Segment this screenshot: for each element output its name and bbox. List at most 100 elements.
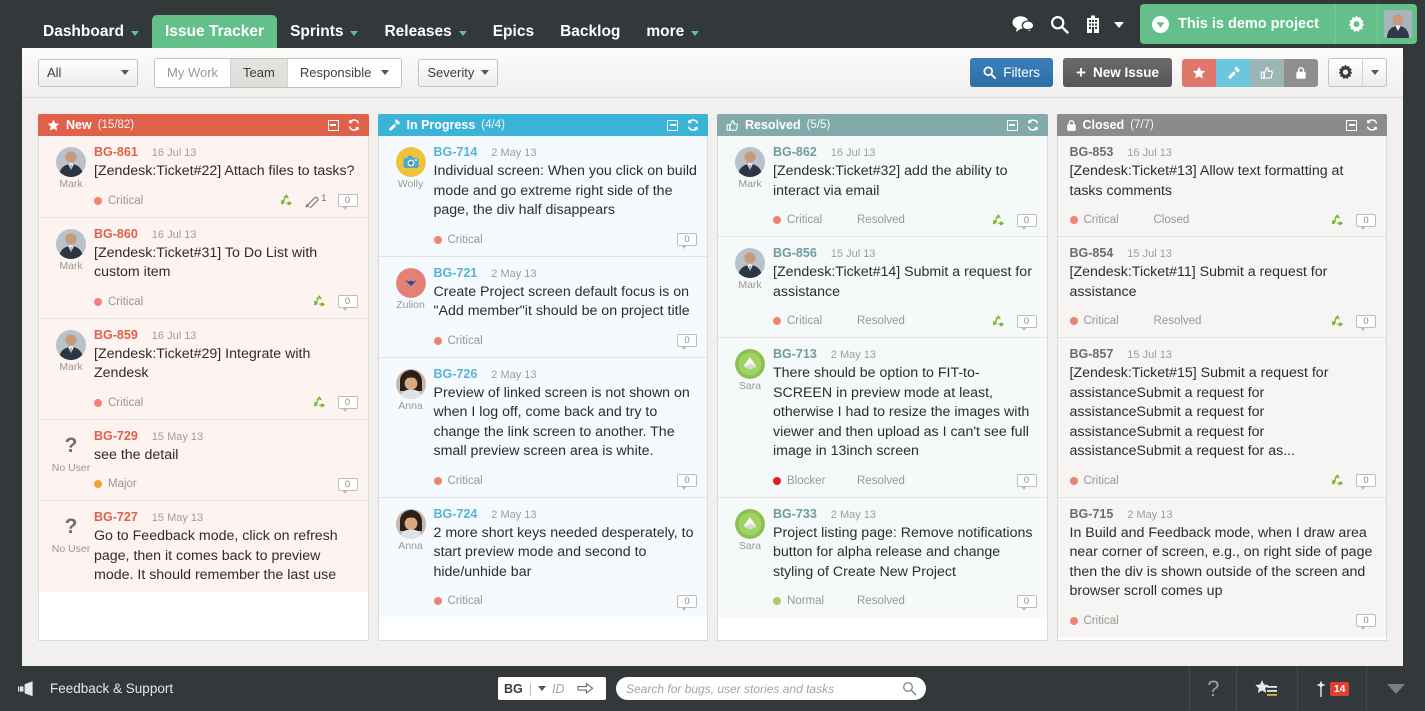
issue-card[interactable]: Mark BG-861 16 Jul 13 [Zendesk:Ticket#22] A…: [39, 136, 368, 218]
chevron-down-icon[interactable]: [538, 686, 546, 691]
lock-icon[interactable]: [1284, 58, 1318, 87]
issue-card[interactable]: Sara BG-713 2 May 13 There should be option…: [718, 338, 1047, 498]
issue-id-link[interactable]: BG-715: [1070, 507, 1114, 521]
collapse-column-button[interactable]: [1346, 119, 1357, 131]
issue-id-link[interactable]: BG-729: [94, 429, 138, 443]
severity-select[interactable]: Severity: [418, 58, 499, 87]
comment-count-badge[interactable]: 0: [337, 396, 358, 412]
issue-card[interactable]: BG-854 15 Jul 13 [Zendesk:Ticket#11] Submi…: [1057, 237, 1386, 338]
issue-card[interactable]: Mark BG-862 16 Jul 13 [Zendesk:Ticket#32] a…: [718, 136, 1047, 237]
issue-title[interactable]: [Zendesk:Ticket#22] Attach files to task…: [94, 162, 358, 182]
attachment-icon[interactable]: 1: [305, 193, 327, 208]
issue-card[interactable]: ? No User BG-729 15 May 13 see the detail Maj…: [39, 419, 368, 501]
issue-title[interactable]: [Zendesk:Ticket#14] Submit a request for…: [773, 263, 1037, 302]
comment-count-badge[interactable]: 0: [1356, 213, 1376, 230]
global-search-input[interactable]: Search for bugs, user stories and tasks: [616, 677, 926, 700]
issue-id-link[interactable]: BG-724: [434, 507, 478, 521]
new-issue-button[interactable]: + New Issue: [1063, 58, 1172, 87]
refresh-column-button[interactable]: [1365, 118, 1379, 132]
issue-card[interactable]: Anna BG-724 2 May 13 2 more short keys need…: [378, 497, 707, 617]
issue-card[interactable]: Sara BG-733 2 May 13 Project listing page: …: [718, 497, 1047, 617]
issue-title[interactable]: [Zendesk:Ticket#11] Submit a request for…: [1070, 263, 1377, 302]
hammer-icon[interactable]: [1216, 58, 1250, 87]
thumbs-up-icon[interactable]: [1250, 58, 1284, 87]
column-card-list[interactable]: Mark BG-861 16 Jul 13 [Zendesk:Ticket#22] A…: [38, 136, 369, 641]
issue-card[interactable]: Anna BG-726 2 May 13 Preview of linked scre…: [378, 357, 707, 498]
recycle-icon[interactable]: [991, 314, 1006, 329]
filters-button[interactable]: Filters: [970, 58, 1054, 87]
issue-card[interactable]: BG-853 16 Jul 13 [Zendesk:Ticket#13] Allow…: [1057, 136, 1386, 237]
issue-card[interactable]: BG-715 2 May 13 In Build and Feedback mode…: [1057, 497, 1386, 637]
issue-title[interactable]: Go to Feedback mode, click on refresh pa…: [94, 527, 358, 586]
issue-id-link[interactable]: BG-859: [94, 328, 138, 342]
tab-team[interactable]: Team: [231, 58, 288, 87]
issue-id-link[interactable]: BG-727: [94, 510, 138, 524]
issue-id-link[interactable]: BG-856: [773, 246, 817, 260]
user-avatar-button[interactable]: [1377, 4, 1417, 44]
issue-id-link[interactable]: BG-721: [434, 266, 478, 280]
recycle-icon[interactable]: [991, 213, 1006, 228]
star-icon[interactable]: [1182, 58, 1216, 87]
nav-item-more[interactable]: more: [633, 15, 712, 51]
recycle-icon[interactable]: [312, 395, 327, 410]
collapse-column-button[interactable]: [327, 119, 339, 131]
issue-title[interactable]: Preview of linked screen is not shown on…: [434, 384, 698, 462]
issue-id-link[interactable]: BG-854: [1070, 246, 1114, 260]
building-icon[interactable]: [1078, 0, 1108, 48]
issue-id-link[interactable]: BG-861: [94, 145, 138, 159]
issue-id-link[interactable]: BG-857: [1070, 347, 1114, 361]
refresh-column-button[interactable]: [347, 118, 361, 132]
nav-item-epics[interactable]: Epics: [480, 15, 547, 51]
issue-id-link[interactable]: BG-733: [773, 507, 817, 521]
issue-title[interactable]: Individual screen: When you click on bui…: [434, 162, 698, 221]
issue-title[interactable]: 2 more short keys needed desperately, to…: [434, 524, 698, 583]
comment-count-badge[interactable]: 0: [677, 594, 697, 611]
collapse-column-button[interactable]: [1006, 119, 1018, 131]
scope-select[interactable]: All: [38, 58, 138, 87]
comment-count-badge[interactable]: 0: [1356, 474, 1376, 490]
issue-title[interactable]: [Zendesk:Ticket#32] add the ability to i…: [773, 162, 1037, 201]
refresh-column-button[interactable]: [1026, 118, 1040, 132]
issue-id-link[interactable]: BG-726: [434, 367, 478, 381]
recycle-icon[interactable]: [1330, 213, 1345, 228]
comment-count-badge[interactable]: 0: [1016, 213, 1037, 230]
nav-item-releases[interactable]: Releases: [371, 15, 479, 51]
issue-title[interactable]: [Zendesk:Ticket#13] Allow text formattin…: [1070, 162, 1377, 201]
issue-id-link[interactable]: BG-860: [94, 227, 138, 241]
issue-title[interactable]: Create Project screen default focus is o…: [434, 283, 698, 322]
issue-id-link[interactable]: BG-714: [434, 145, 478, 159]
comment-count-badge[interactable]: 0: [1016, 314, 1037, 331]
column-card-list[interactable]: Mark BG-862 16 Jul 13 [Zendesk:Ticket#32] a…: [717, 136, 1048, 641]
issue-id-input-group[interactable]: BG | ID: [498, 677, 606, 700]
tab-my-work[interactable]: My Work: [155, 58, 232, 87]
issue-card[interactable]: Mark BG-859 16 Jul 13 [Zendesk:Ticket#29] I…: [39, 318, 368, 420]
recycle-icon[interactable]: [1330, 473, 1345, 488]
issue-card[interactable]: Wolly BG-714 2 May 13 Individual screen: Wh…: [378, 136, 707, 257]
issue-id-input[interactable]: ID: [552, 682, 565, 696]
issue-title[interactable]: [Zendesk:Ticket#31] To Do List with cust…: [94, 244, 358, 283]
issue-card[interactable]: ? No User BG-727 15 May 13 Go to Feedback mo…: [39, 501, 368, 592]
comment-count-badge[interactable]: 0: [1356, 614, 1376, 630]
search-icon[interactable]: [1041, 0, 1078, 48]
feedback-support-button[interactable]: Feedback & Support: [0, 680, 173, 697]
issue-id-link[interactable]: BG-862: [773, 145, 817, 159]
nav-item-dashboard[interactable]: Dashboard: [30, 15, 152, 51]
issue-card[interactable]: BG-857 15 Jul 13 [Zendesk:Ticket#15] Submi…: [1057, 338, 1386, 498]
comment-count-badge[interactable]: 0: [1016, 474, 1037, 490]
comment-count-badge[interactable]: 0: [677, 233, 697, 249]
responsible-select[interactable]: Responsible: [287, 58, 402, 87]
issue-card[interactable]: Mark BG-856 15 Jul 13 [Zendesk:Ticket#14] S…: [718, 237, 1047, 338]
comment-count-badge[interactable]: 0: [1356, 314, 1376, 331]
issue-id-link[interactable]: BG-713: [773, 347, 817, 361]
comment-count-badge[interactable]: 0: [337, 295, 358, 311]
issue-title[interactable]: [Zendesk:Ticket#29] Integrate with Zende…: [94, 345, 358, 384]
comment-count-badge[interactable]: 0: [1016, 594, 1037, 611]
nav-item-sprints[interactable]: Sprints: [277, 15, 371, 51]
issue-title[interactable]: In Build and Feedback mode, when I draw …: [1070, 524, 1377, 602]
notifications-button[interactable]: 14: [1297, 666, 1366, 711]
gear-icon[interactable]: [1329, 59, 1362, 86]
issue-title[interactable]: see the detail: [94, 446, 358, 466]
chat-icon[interactable]: [1004, 0, 1041, 48]
expand-bar-button[interactable]: [1366, 666, 1425, 711]
recycle-icon[interactable]: [312, 294, 327, 309]
